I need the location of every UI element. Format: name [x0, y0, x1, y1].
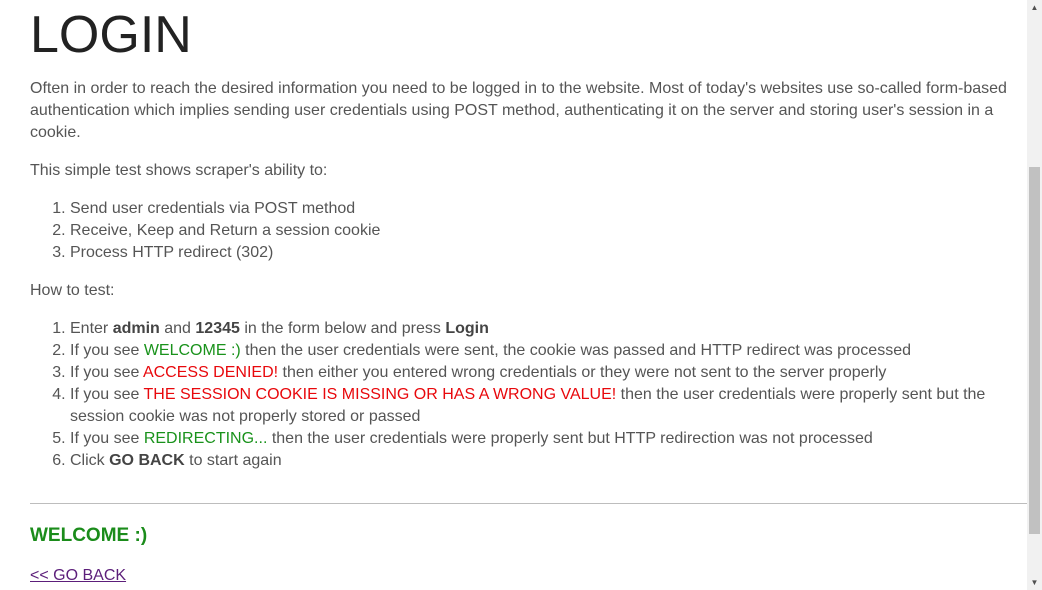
access-denied-highlight: ACCESS DENIED!	[142, 364, 279, 381]
list-item: Process HTTP redirect (302)	[70, 242, 1008, 264]
test-intro-text: This simple test shows scraper's ability…	[30, 162, 328, 179]
redirecting-highlight: REDIRECTING...	[143, 430, 268, 447]
list-item: Click GO BACK to start again	[70, 450, 1008, 472]
page-title: LOGIN	[30, 6, 192, 64]
list-item: If you see ACCESS DENIED! then either yo…	[70, 362, 1008, 384]
scrollbar-thumb[interactable]	[1029, 167, 1040, 534]
divider	[30, 503, 1028, 504]
abilities-list: Send user credentials via POST method Re…	[30, 198, 1008, 264]
vertical-scrollbar[interactable]: ▲ ▼	[1027, 0, 1042, 590]
list-item: If you see REDIRECTING... then the user …	[70, 428, 1008, 450]
result-message: WELCOME :)	[30, 525, 148, 546]
intro-text: Often in order to reach the desired info…	[30, 80, 1007, 141]
list-item: Receive, Keep and Return a session cooki…	[70, 220, 1008, 242]
howto-label: How to test:	[30, 282, 115, 299]
list-item: Enter admin and 12345 in the form below …	[70, 318, 1008, 340]
go-back-link[interactable]: << GO BACK	[30, 565, 126, 587]
welcome-highlight: WELCOME :)	[143, 342, 241, 359]
page-content: LOGIN Often in order to reach the desire…	[30, 0, 1028, 587]
cookie-missing-highlight: THE SESSION COOKIE IS MISSING OR HAS A W…	[143, 386, 617, 403]
steps-list: Enter admin and 12345 in the form below …	[30, 318, 1008, 472]
list-item: Send user credentials via POST method	[70, 198, 1008, 220]
triangle-down-icon[interactable]: ▼	[1027, 575, 1042, 590]
list-item: If you see THE SESSION COOKIE IS MISSING…	[70, 384, 1008, 428]
list-item: If you see WELCOME :) then the user cred…	[70, 340, 1008, 362]
triangle-up-icon[interactable]: ▲	[1027, 0, 1042, 15]
